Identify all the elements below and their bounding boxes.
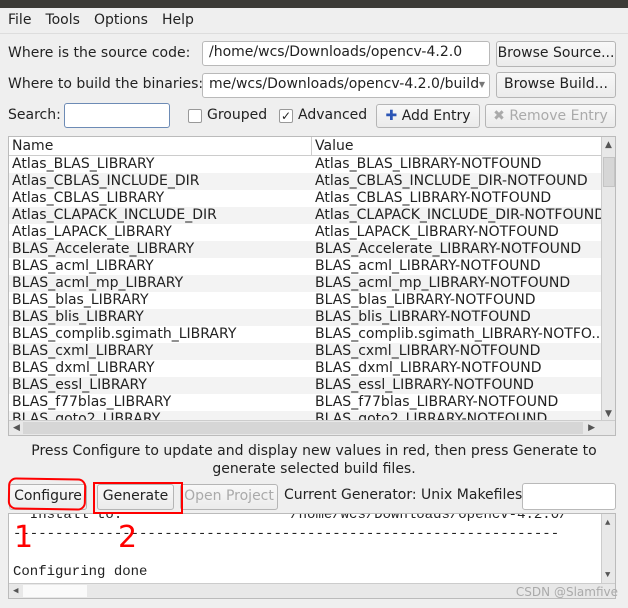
row-name: BLAS_complib.sgimath_LIBRARY [12,326,237,342]
column-value[interactable]: Value [312,137,356,155]
row-value[interactable]: BLAS_f77blas_LIBRARY-NOTFOUND [312,394,603,411]
row-value[interactable]: Atlas_CLAPACK_INCLUDE_DIR-NOTFOUND [312,207,603,224]
build-label: Where to build the binaries: [8,76,204,92]
current-generator: Current Generator: Unix Makefiles [284,487,523,503]
table-body: Atlas_BLAS_LIBRARY Atlas_BLAS_LIBRARY-NOT… [9,156,603,428]
table-row[interactable]: BLAS_blas_LIBRARY BLAS_blas_LIBRARY-NOTFO… [9,292,603,309]
row-value[interactable]: BLAS_acml_LIBRARY-NOTFOUND [312,258,603,275]
output-lines: Install to: /home/wcs/Downloads/opencv-4… [13,513,568,582]
table-row[interactable]: BLAS_dxml_LIBRARY BLAS_dxml_LIBRARY-NOTFO… [9,360,603,377]
table-row[interactable]: BLAS_acml_LIBRARY BLAS_acml_LIBRARY-NOTFO… [9,258,603,275]
table-row[interactable]: BLAS_blis_LIBRARY BLAS_blis_LIBRARY-NOTFO… [9,309,603,326]
grouped-checkbox[interactable] [188,109,202,123]
row-value[interactable]: BLAS_dxml_LIBRARY-NOTFOUND [312,360,603,377]
row-name: BLAS_essl_LIBRARY [12,377,147,393]
source-input[interactable]: /home/wcs/Downloads/opencv-4.2.0 [202,41,490,66]
row-value[interactable]: BLAS_blas_LIBRARY-NOTFOUND [312,292,603,309]
row-value[interactable]: BLAS_blis_LIBRARY-NOTFOUND [312,309,603,326]
row-name: BLAS_blas_LIBRARY [12,292,149,308]
dropdown-arrow-icon: ▼ [478,80,485,89]
table-header: Name Value [9,137,603,156]
annotation-box-generate [93,482,183,514]
remove-entry-button[interactable]: ✖ Remove Entry [485,104,616,128]
menu-file[interactable]: File [8,12,31,29]
table-row[interactable]: BLAS_f77blas_LIBRARY BLAS_f77blas_LIBRARY… [9,394,603,411]
add-entry-button[interactable]: ✚ Add Entry [376,104,480,128]
advanced-label: Advanced [298,107,368,123]
grouped-label: Grouped [207,107,268,123]
menu-help[interactable]: Help [162,12,194,29]
remove-entry-label: Remove Entry [509,108,608,124]
output-line: ----------------------------------------… [13,526,560,542]
table-row[interactable]: BLAS_complib.sgimath_LIBRARY BLAS_complib… [9,326,603,343]
row-value[interactable]: Atlas_CBLAS_INCLUDE_DIR-NOTFOUND [312,173,603,190]
row-name: Atlas_CBLAS_INCLUDE_DIR [12,173,200,189]
remove-icon: ✖ [493,108,505,124]
table-row[interactable]: Atlas_CBLAS_INCLUDE_DIR Atlas_CBLAS_INCLU… [9,173,603,190]
build-value: me/wcs/Downloads/opencv-4.2.0/build [209,76,480,92]
watermark: CSDN @Slamfive [515,585,618,599]
column-name[interactable]: Name [9,137,312,155]
plus-icon: ✚ [385,108,398,124]
row-name: BLAS_dxml_LIBRARY [12,360,155,376]
annotation-1: 1 [14,520,34,555]
table-row[interactable]: BLAS_acml_mp_LIBRARY BLAS_acml_mp_LIBRARY… [9,275,603,292]
menu-options[interactable]: Options [94,12,148,29]
row-value[interactable]: BLAS_complib.sgimath_LIBRARY-NOTFO.. [312,326,603,343]
row-value[interactable]: Atlas_CBLAS_LIBRARY-NOTFOUND [312,190,603,207]
search-label: Search: [8,107,61,123]
title-bar [0,0,628,8]
annotation-2: 2 [118,520,138,555]
row-value[interactable]: BLAS_essl_LIBRARY-NOTFOUND [312,377,603,394]
row-name: BLAS_blis_LIBRARY [12,309,144,325]
row-name: BLAS_f77blas_LIBRARY [12,394,172,410]
annotation-box-configure [7,477,87,511]
row-value[interactable]: Atlas_BLAS_LIBRARY-NOTFOUND [312,156,603,173]
table-row[interactable]: Atlas_CLAPACK_INCLUDE_DIR Atlas_CLAPACK_I… [9,207,603,224]
browse-build-button[interactable]: Browse Build... [496,72,616,98]
menu-bar: File Tools Options Help [0,8,628,34]
open-project-button[interactable]: Open Project [180,484,278,510]
output-line: Install to: /home/wcs/Downloads/opencv-4… [13,513,568,523]
row-name: Atlas_CBLAS_LIBRARY [12,190,165,206]
row-name: Atlas_CLAPACK_INCLUDE_DIR [12,207,217,223]
hint-text: Press Configure to update and display ne… [31,443,597,477]
table-row[interactable]: BLAS_essl_LIBRARY BLAS_essl_LIBRARY-NOTFO… [9,377,603,394]
search-input[interactable] [64,103,170,128]
table-row[interactable]: Atlas_CBLAS_LIBRARY Atlas_CBLAS_LIBRARY-N… [9,190,603,207]
row-name: Atlas_LAPACK_LIBRARY [12,224,172,240]
build-combo[interactable]: me/wcs/Downloads/opencv-4.2.0/build ▼ [202,73,490,98]
source-label: Where is the source code: [8,45,191,61]
row-value[interactable]: Atlas_LAPACK_LIBRARY-NOTFOUND [312,224,603,241]
row-name: BLAS_Accelerate_LIBRARY [12,241,195,257]
output-line: Configuring done [13,564,148,580]
row-value[interactable]: BLAS_acml_mp_LIBRARY-NOTFOUND [312,275,603,292]
table-vertical-scrollbar[interactable]: ▲ ▼ [601,137,615,422]
row-name: BLAS_acml_LIBRARY [12,258,154,274]
row-value[interactable]: BLAS_cxml_LIBRARY-NOTFOUND [312,343,603,360]
table-row[interactable]: Atlas_BLAS_LIBRARY Atlas_BLAS_LIBRARY-NOT… [9,156,603,173]
browse-source-button[interactable]: Browse Source... [496,41,616,67]
row-name: Atlas_BLAS_LIBRARY [12,156,155,172]
table-row[interactable]: Atlas_LAPACK_LIBRARY Atlas_LAPACK_LIBRARY… [9,224,603,241]
table-horizontal-scrollbar[interactable]: ◀ ▶ [9,420,615,435]
advanced-checkbox[interactable]: ✓ [279,109,293,123]
row-value[interactable]: BLAS_Accelerate_LIBRARY-NOTFOUND [312,241,603,258]
row-name: BLAS_acml_mp_LIBRARY [12,275,184,291]
cache-table: Name Value Atlas_BLAS_LIBRARY Atlas_BLAS_… [8,136,616,436]
menu-tools[interactable]: Tools [45,12,80,29]
add-entry-label: Add Entry [401,108,471,124]
generator-field[interactable] [522,483,616,510]
output-vertical-scrollbar[interactable]: ▲ ▼ [601,514,615,584]
row-name: BLAS_cxml_LIBRARY [12,343,154,359]
table-row[interactable]: BLAS_Accelerate_LIBRARY BLAS_Accelerate_L… [9,241,603,258]
table-row[interactable]: BLAS_cxml_LIBRARY BLAS_cxml_LIBRARY-NOTFO… [9,343,603,360]
